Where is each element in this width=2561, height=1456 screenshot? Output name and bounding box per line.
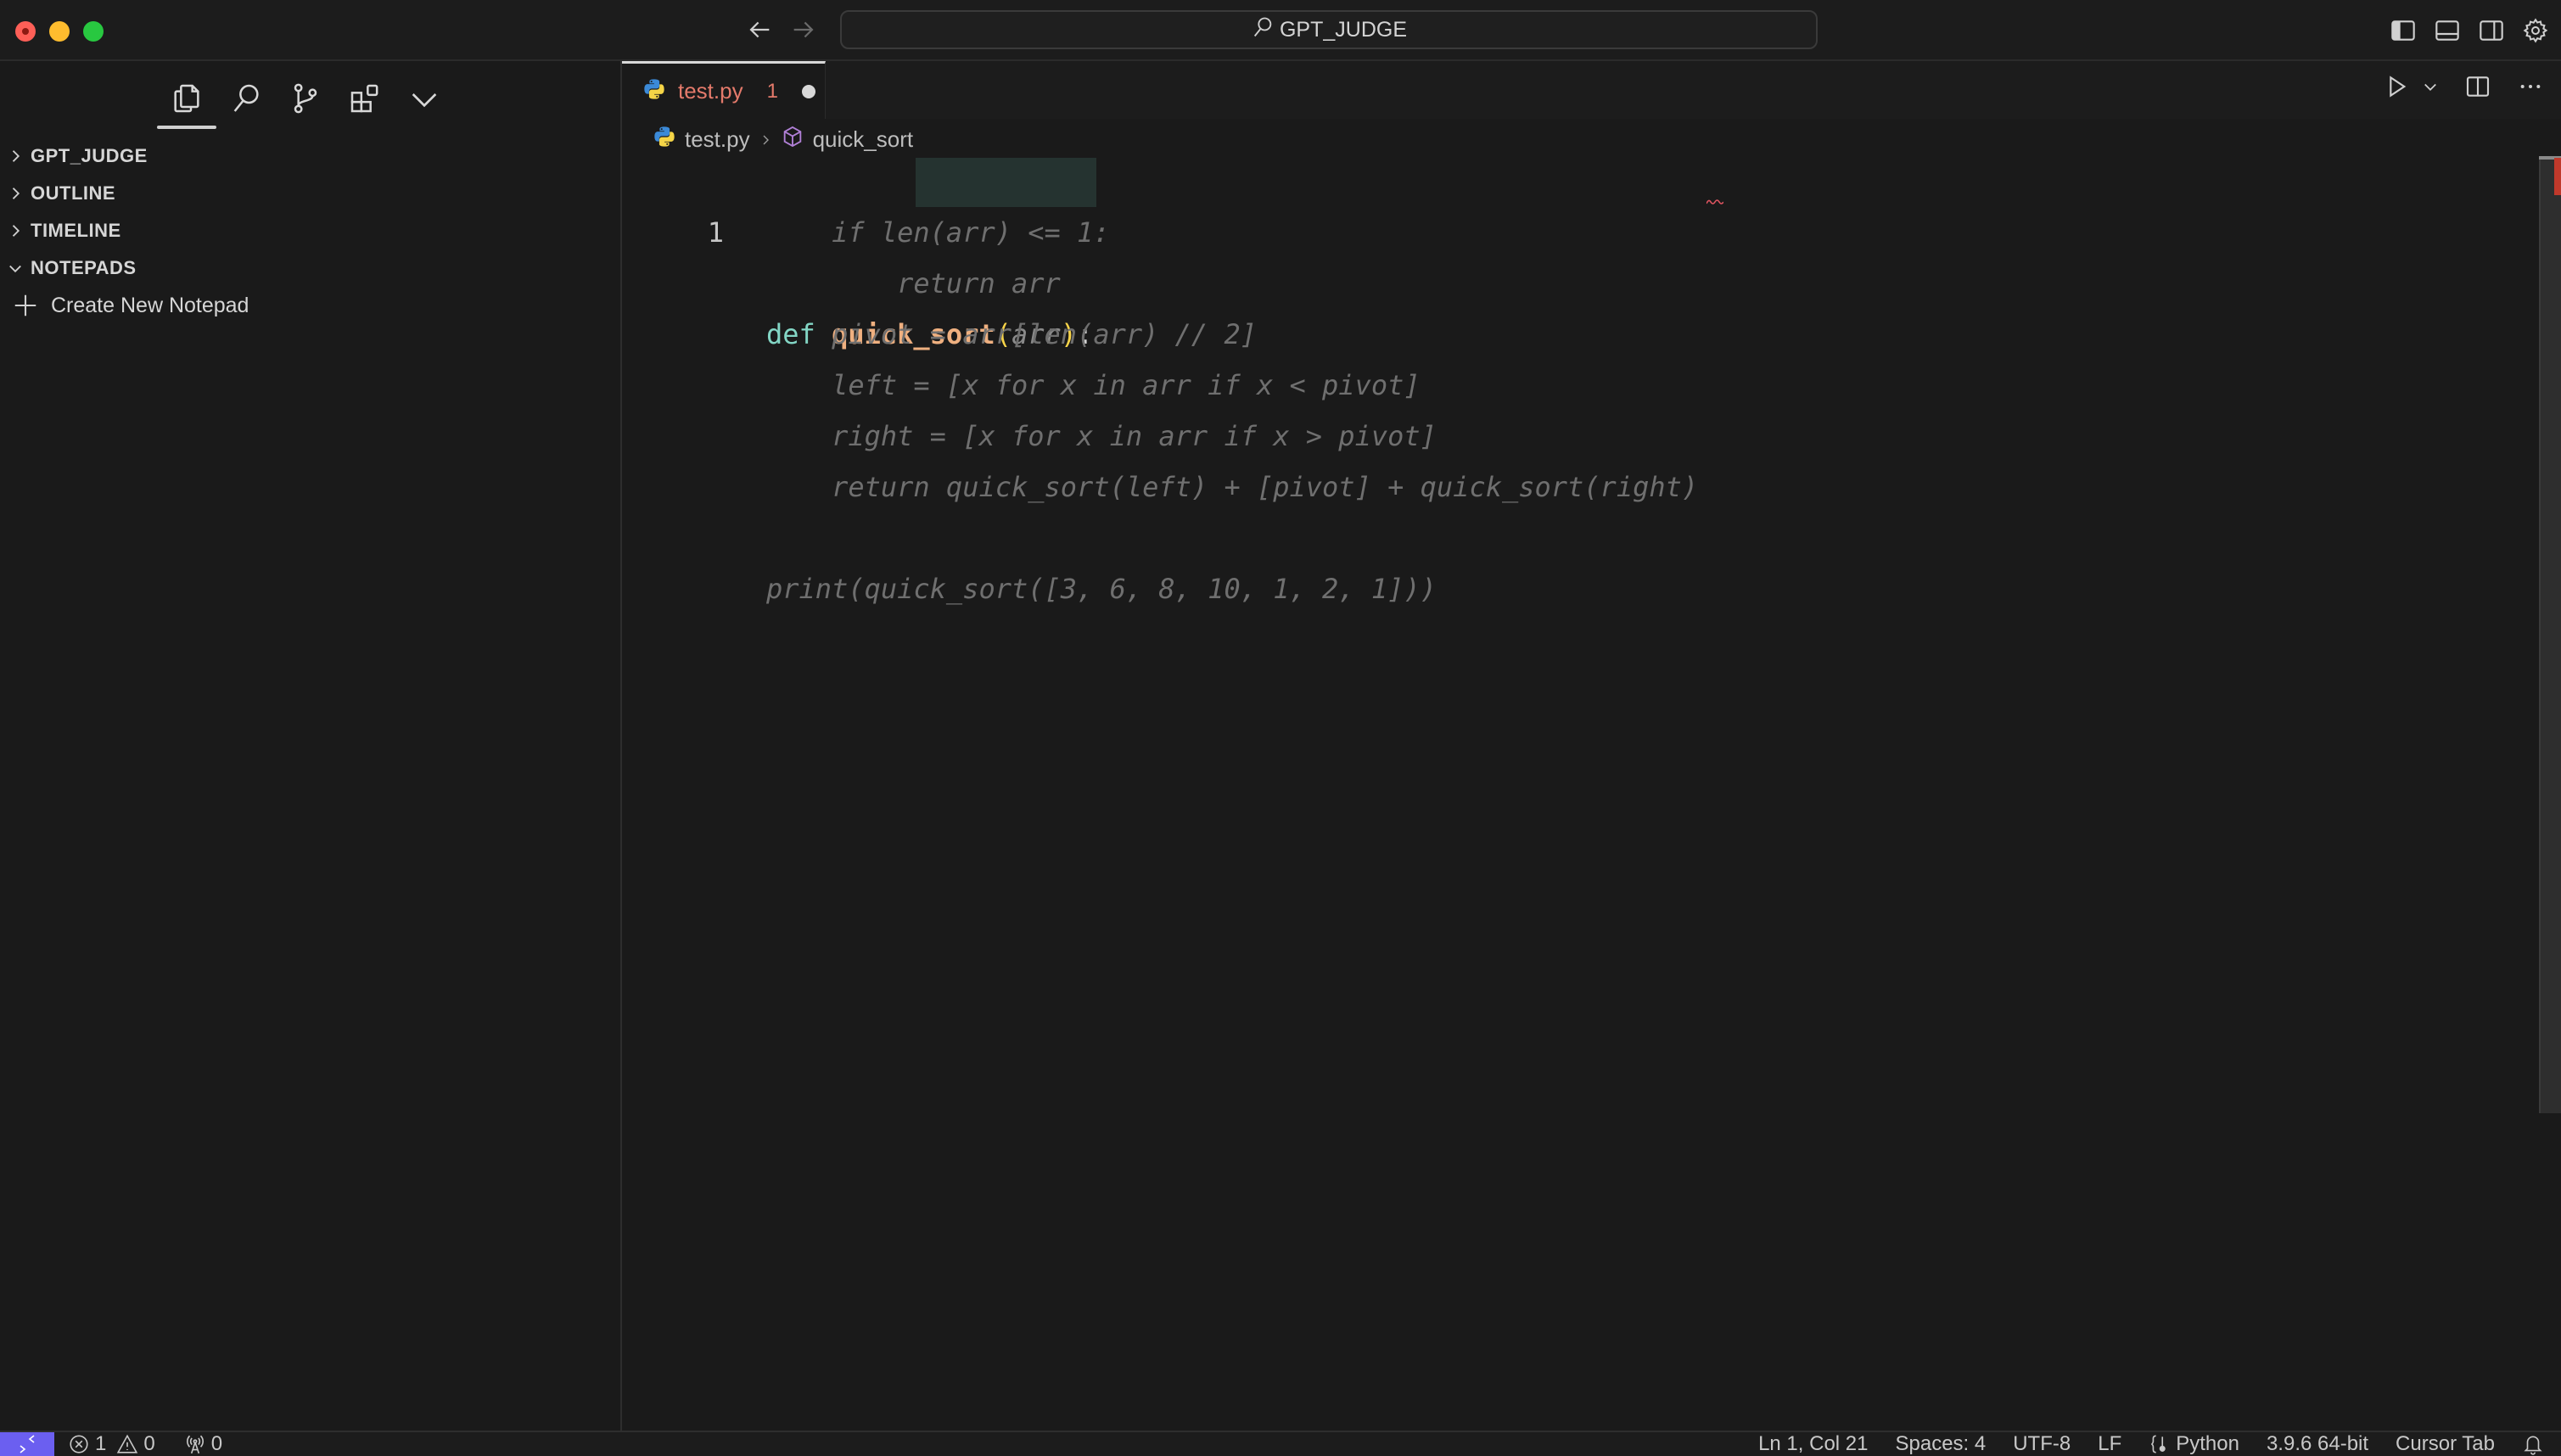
toggle-secondary-sidebar-icon[interactable] [2476, 15, 2507, 46]
breadcrumb: test.py quick_sort [653, 122, 913, 156]
breadcrumb-file[interactable]: test.py [685, 126, 750, 153]
run-python-icon[interactable] [2383, 73, 2410, 100]
selection-highlight [916, 158, 1096, 207]
section-gpt-judge[interactable]: GPT_JUDGE [0, 139, 622, 173]
unsaved-dot-icon[interactable] [801, 84, 815, 98]
ghost-text: if len(arr) <= 1: [766, 216, 1110, 249]
settings-gear-icon[interactable] [2520, 15, 2551, 46]
language-label: Python [2176, 1432, 2239, 1455]
arrow-left-icon[interactable] [745, 15, 774, 44]
toggle-panel-icon[interactable] [2432, 15, 2463, 46]
source-control-icon[interactable] [276, 70, 335, 127]
editor-area: test.py 1 test.py quick_sort 1 def quick… [622, 61, 2561, 1431]
ghost-text: pivot = arr[len(arr) // 2] [766, 318, 1257, 350]
braces-icon [2151, 1435, 2166, 1453]
chevron-right-icon [0, 222, 31, 239]
ghost-text: print(quick_sort([3, 6, 8, 10, 1, 2, 1])… [766, 573, 1437, 605]
code-line[interactable]: 1 def quick_sort(arr): [622, 156, 2489, 350]
ghost-text: return arr [766, 267, 1061, 300]
ports-button[interactable]: 0 [184, 1432, 222, 1456]
problems-button[interactable]: 1 0 [68, 1432, 155, 1456]
error-squiggle-icon [1706, 199, 1723, 204]
error-overview-marker [2554, 158, 2561, 195]
section-timeline[interactable]: TIMELINE [0, 214, 622, 248]
python-file-icon [653, 125, 676, 154]
notifications-bell-icon[interactable] [2522, 1433, 2544, 1455]
symbol-method-icon [781, 125, 804, 154]
chevron-right-icon [759, 126, 772, 153]
split-editor-icon[interactable] [2464, 73, 2491, 100]
close-window-button[interactable] [15, 21, 36, 42]
remote-icon [20, 1435, 35, 1453]
ghost-text: left = [x for x in arr if x < pivot] [766, 369, 1421, 401]
arrow-right-icon[interactable] [789, 15, 818, 44]
python-file-icon [642, 77, 666, 105]
toggle-primary-sidebar-icon[interactable] [2388, 15, 2418, 46]
run-dropdown-chevron-icon[interactable] [2422, 78, 2439, 95]
status-bar: 1 0 0 Ln 1, Col 21 Spaces: 4 UTF-8 LF Py… [0, 1431, 2561, 1456]
create-new-notepad-button[interactable]: Create New Notepad [0, 287, 249, 324]
line-number: 1 [707, 216, 724, 249]
explorer-icon[interactable] [157, 70, 216, 129]
activity-bar [157, 70, 454, 129]
error-count: 1 [95, 1432, 107, 1455]
command-center-search[interactable]: GPT_JUDGE [840, 10, 1818, 49]
search-icon[interactable] [216, 70, 276, 127]
tab-test-py[interactable]: test.py 1 [622, 61, 826, 119]
section-notepads[interactable]: NOTEPADS [0, 251, 622, 285]
cursor-tab-status[interactable]: Cursor Tab [2396, 1432, 2495, 1456]
indentation[interactable]: Spaces: 4 [1895, 1432, 1986, 1456]
python-interpreter[interactable]: 3.9.6 64-bit [2267, 1432, 2368, 1456]
more-chevron-icon[interactable] [395, 70, 454, 127]
title-bar: GPT_JUDGE [0, 0, 2561, 61]
more-actions-icon[interactable] [2517, 73, 2544, 100]
workspace-name: GPT_JUDGE [1279, 17, 1408, 42]
vertical-scrollbar[interactable] [2539, 158, 2561, 1113]
tab-problem-count: 1 [766, 79, 778, 103]
breadcrumb-symbol[interactable]: quick_sort [813, 126, 914, 153]
remote-indicator-button[interactable] [0, 1432, 54, 1456]
tab-bar: test.py 1 [622, 61, 2561, 119]
ghost-text: right = [x for x in arr if x > pivot] [766, 420, 1437, 452]
chevron-down-icon [0, 260, 31, 277]
broadcast-icon [186, 1435, 204, 1454]
encoding[interactable]: UTF-8 [2013, 1432, 2071, 1456]
sidebar: GPT_JUDGE OUTLINE TIMELINE NOTEPADS Crea… [0, 61, 622, 1431]
cursor-position[interactable]: Ln 1, Col 21 [1758, 1432, 1868, 1456]
tab-filename: test.py [678, 78, 743, 104]
maximize-window-button[interactable] [83, 21, 104, 42]
ghost-text: return quick_sort(left) + [pivot] + quic… [766, 471, 1699, 503]
chevron-right-icon [0, 185, 31, 202]
error-icon [70, 1435, 88, 1453]
language-mode[interactable]: Python [2149, 1432, 2239, 1456]
end-of-line[interactable]: LF [2098, 1432, 2121, 1456]
section-outline[interactable]: OUTLINE [0, 176, 622, 210]
plus-icon [0, 294, 51, 317]
warning-count: 0 [143, 1432, 155, 1455]
extensions-icon[interactable] [335, 70, 395, 127]
warning-icon [117, 1434, 138, 1453]
search-icon [1251, 15, 1275, 45]
chevron-right-icon [0, 148, 31, 165]
ports-count: 0 [210, 1432, 223, 1455]
minimize-window-button[interactable] [49, 21, 70, 42]
